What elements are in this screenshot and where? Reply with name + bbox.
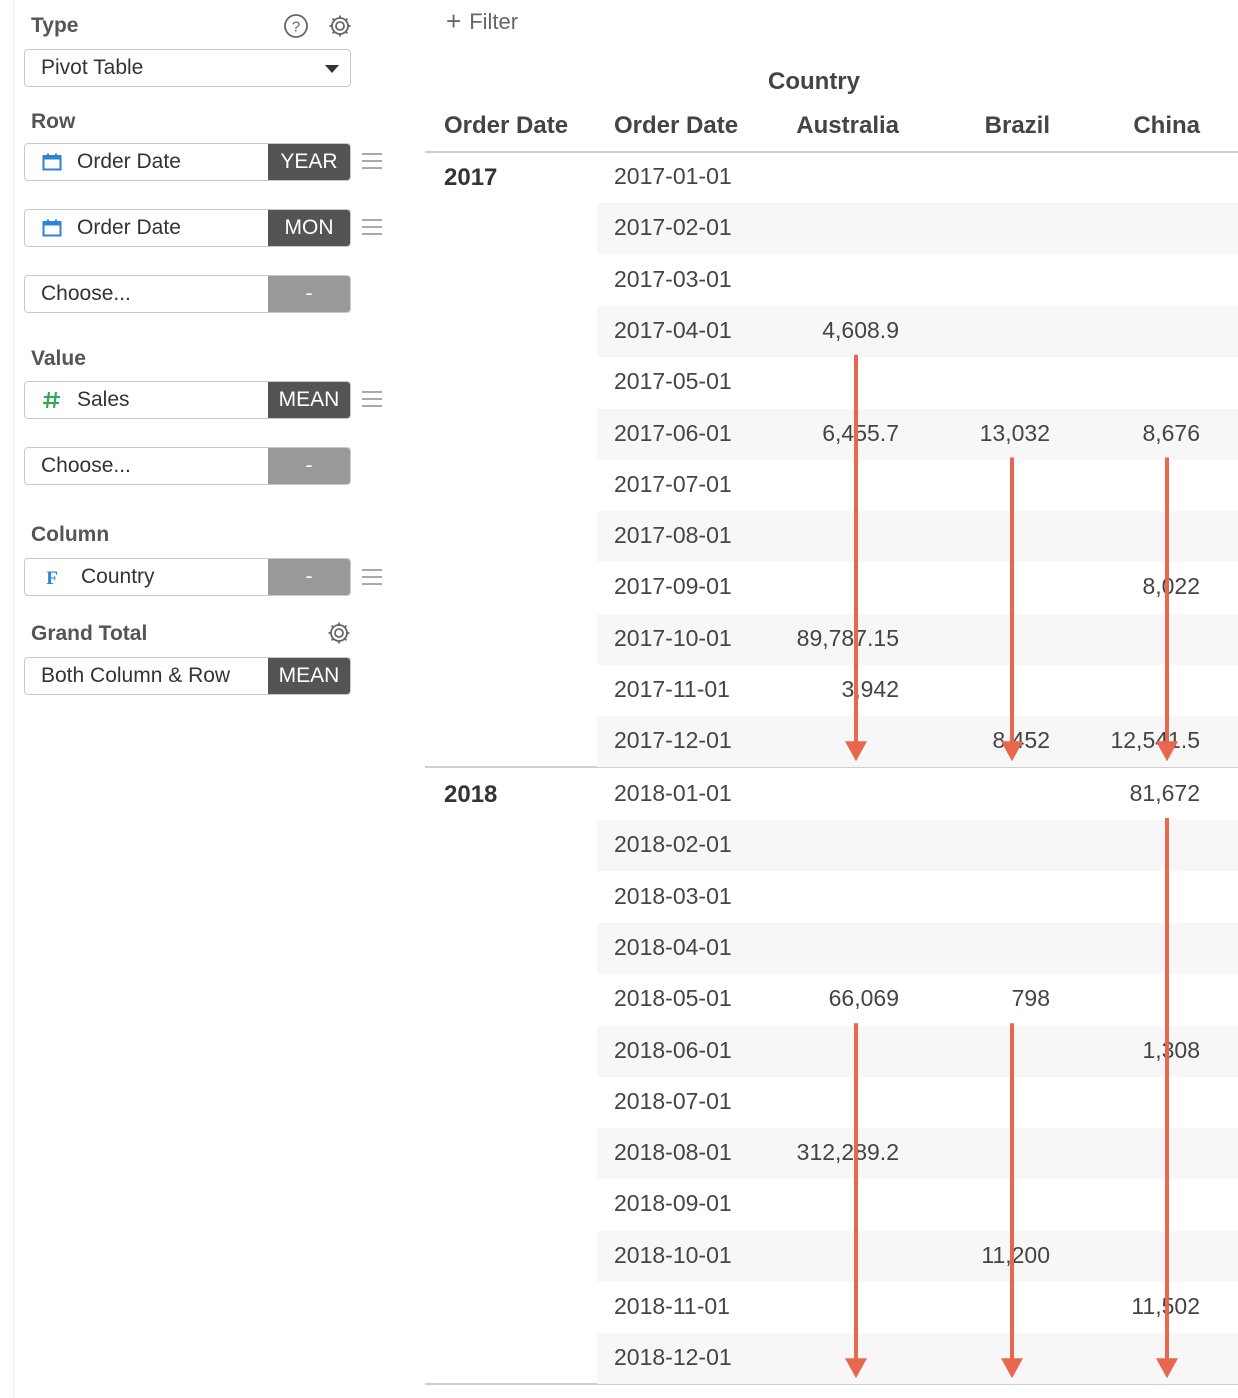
value-field-choose[interactable]: Choose... - [24, 447, 351, 485]
header-china[interactable]: China [1133, 112, 1200, 140]
cell-date: 2017-09-01 [614, 573, 732, 600]
row-field-choose[interactable]: Choose... - [24, 275, 351, 313]
year-label: 2017 [444, 164, 498, 191]
row-field-1-aggregation[interactable]: YEAR [268, 144, 350, 180]
value-field-1[interactable]: Sales MEAN [24, 381, 351, 419]
row-field-choose-tag: - [268, 276, 350, 312]
help-icon[interactable]: ? [283, 13, 309, 39]
cell-brazil: 13,032 [979, 419, 1050, 446]
cell-date: 2017-07-01 [614, 470, 732, 497]
cell-brazil: 798 [1011, 985, 1050, 1012]
cell-date: 2018-08-01 [614, 1139, 732, 1166]
cell-date: 2018-11-01 [614, 1293, 730, 1319]
cell-date: 2018-10-01 [614, 1241, 732, 1268]
cell-brazil: 11,200 [981, 1241, 1050, 1268]
row-label: Row [31, 110, 76, 133]
header-divider [425, 151, 1238, 153]
value-field-choose-label: Choose... [41, 454, 131, 477]
filter-button[interactable]: + Filter [446, 6, 518, 37]
cell-date: 2017-04-01 [614, 316, 732, 343]
cell-date: 2018-04-01 [614, 933, 732, 960]
column-label: Column [31, 523, 110, 546]
drag-handle-icon[interactable] [362, 569, 382, 585]
cell-australia: 89,787.15 [796, 624, 899, 651]
cell-date: 2017-11-01 [614, 676, 730, 702]
chart-type-value: Pivot Table [41, 56, 144, 79]
config-panel: Type ? Pivot Table Row Order Date YEAR O… [0, 0, 405, 1398]
cell-date: 2018-06-01 [614, 1036, 732, 1063]
header-brazil[interactable]: Brazil [985, 112, 1050, 140]
header-order-date-year[interactable]: Order Date [444, 112, 568, 140]
value-field-choose-tag: - [268, 448, 350, 484]
calendar-icon [42, 219, 62, 237]
column-field-1-name: Country [81, 565, 155, 588]
cell-date: 2017-12-01 [614, 727, 732, 754]
row-field-1[interactable]: Order Date YEAR [24, 143, 351, 181]
value-label: Value [31, 347, 86, 370]
header-australia[interactable]: Australia [796, 112, 899, 140]
cell-china: 8,676 [1142, 419, 1200, 446]
cell-date: 2018-03-01 [614, 882, 732, 909]
cell-australia: 312,289.2 [796, 1139, 899, 1166]
cell-date: 2017-06-01 [614, 419, 732, 446]
drag-handle-icon[interactable] [362, 219, 382, 235]
year-label: 2018 [444, 781, 498, 808]
row-field-1-name: Order Date [77, 150, 181, 173]
cell-australia: 3,942 [841, 676, 899, 702]
cell-date: 2018-02-01 [614, 831, 732, 858]
grand-total-aggregation[interactable]: MEAN [268, 658, 350, 694]
grand-total-value: Both Column & Row [41, 664, 231, 687]
cell-australia: 4,608.9 [822, 316, 899, 343]
cell-australia: 6,455.7 [822, 419, 899, 446]
column-group-header: Country [768, 68, 860, 95]
filter-label: Filter [469, 9, 519, 34]
cell-date: 2018-05-01 [614, 985, 732, 1012]
value-field-1-name: Sales [77, 388, 130, 411]
cell-date: 2017-10-01 [614, 624, 732, 651]
column-field-1[interactable]: F Country - [24, 558, 351, 596]
column-field-1-tag: - [268, 559, 350, 595]
cell-china: 11,502 [1131, 1293, 1200, 1319]
row-field-choose-label: Choose... [41, 282, 131, 305]
grand-total-label: Grand Total [31, 622, 148, 645]
row-field-2-aggregation[interactable]: MON [268, 210, 350, 246]
cell-date: 2018-12-01 [614, 1344, 732, 1371]
plus-icon: + [446, 6, 462, 36]
chevron-down-icon [325, 65, 339, 73]
grand-total-select[interactable]: Both Column & Row MEAN [24, 657, 351, 695]
gear-icon[interactable] [326, 620, 352, 646]
cell-date: 2017-02-01 [614, 214, 732, 241]
cell-date: 2017-01-01 [614, 163, 732, 189]
header-order-date-month[interactable]: Order Date [614, 112, 738, 140]
function-icon: F [46, 568, 58, 586]
cell-date: 2018-09-01 [614, 1190, 732, 1217]
calendar-icon [42, 153, 62, 171]
cell-china: 12,541.5 [1110, 727, 1200, 754]
cell-china: 81,672 [1129, 780, 1200, 806]
cell-date: 2018-07-01 [614, 1087, 732, 1114]
cell-china: 8,022 [1142, 573, 1200, 600]
hash-icon [43, 391, 60, 409]
value-field-1-aggregation[interactable]: MEAN [268, 382, 350, 418]
drag-handle-icon[interactable] [362, 153, 382, 169]
chart-type-select[interactable]: Pivot Table [24, 49, 351, 87]
gear-icon[interactable] [327, 13, 353, 39]
svg-text:F: F [46, 568, 58, 586]
row-field-2-name: Order Date [77, 216, 181, 239]
type-label: Type [31, 14, 79, 37]
cell-date: 2017-05-01 [614, 368, 732, 395]
svg-text:?: ? [292, 19, 300, 36]
drag-handle-icon[interactable] [362, 391, 382, 407]
cell-date: 2017-08-01 [614, 522, 732, 549]
cell-australia: 66,069 [828, 985, 899, 1012]
cell-date: 2017-03-01 [614, 265, 732, 292]
cell-date: 2018-01-01 [614, 780, 732, 806]
cell-china: 1,308 [1142, 1036, 1200, 1063]
cell-brazil: 8,452 [992, 727, 1050, 754]
row-field-2[interactable]: Order Date MON [24, 209, 351, 247]
